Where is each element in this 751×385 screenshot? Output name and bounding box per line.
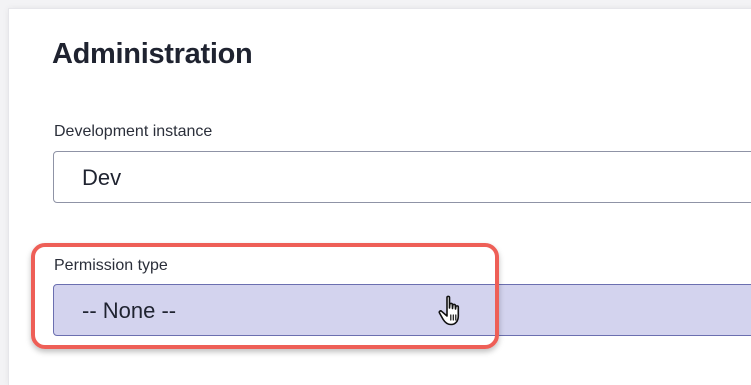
development-instance-field[interactable]: Dev (53, 151, 751, 203)
development-instance-value: Dev (82, 165, 122, 190)
permission-type-selected-value: -- None -- (82, 298, 177, 323)
permission-type-select[interactable]: -- None -- (53, 284, 751, 336)
page-title: Administration (52, 38, 253, 70)
hand-pointer-icon (438, 295, 460, 326)
permission-type-label: Permission type (54, 257, 168, 274)
development-instance-label: Development instance (54, 123, 213, 140)
